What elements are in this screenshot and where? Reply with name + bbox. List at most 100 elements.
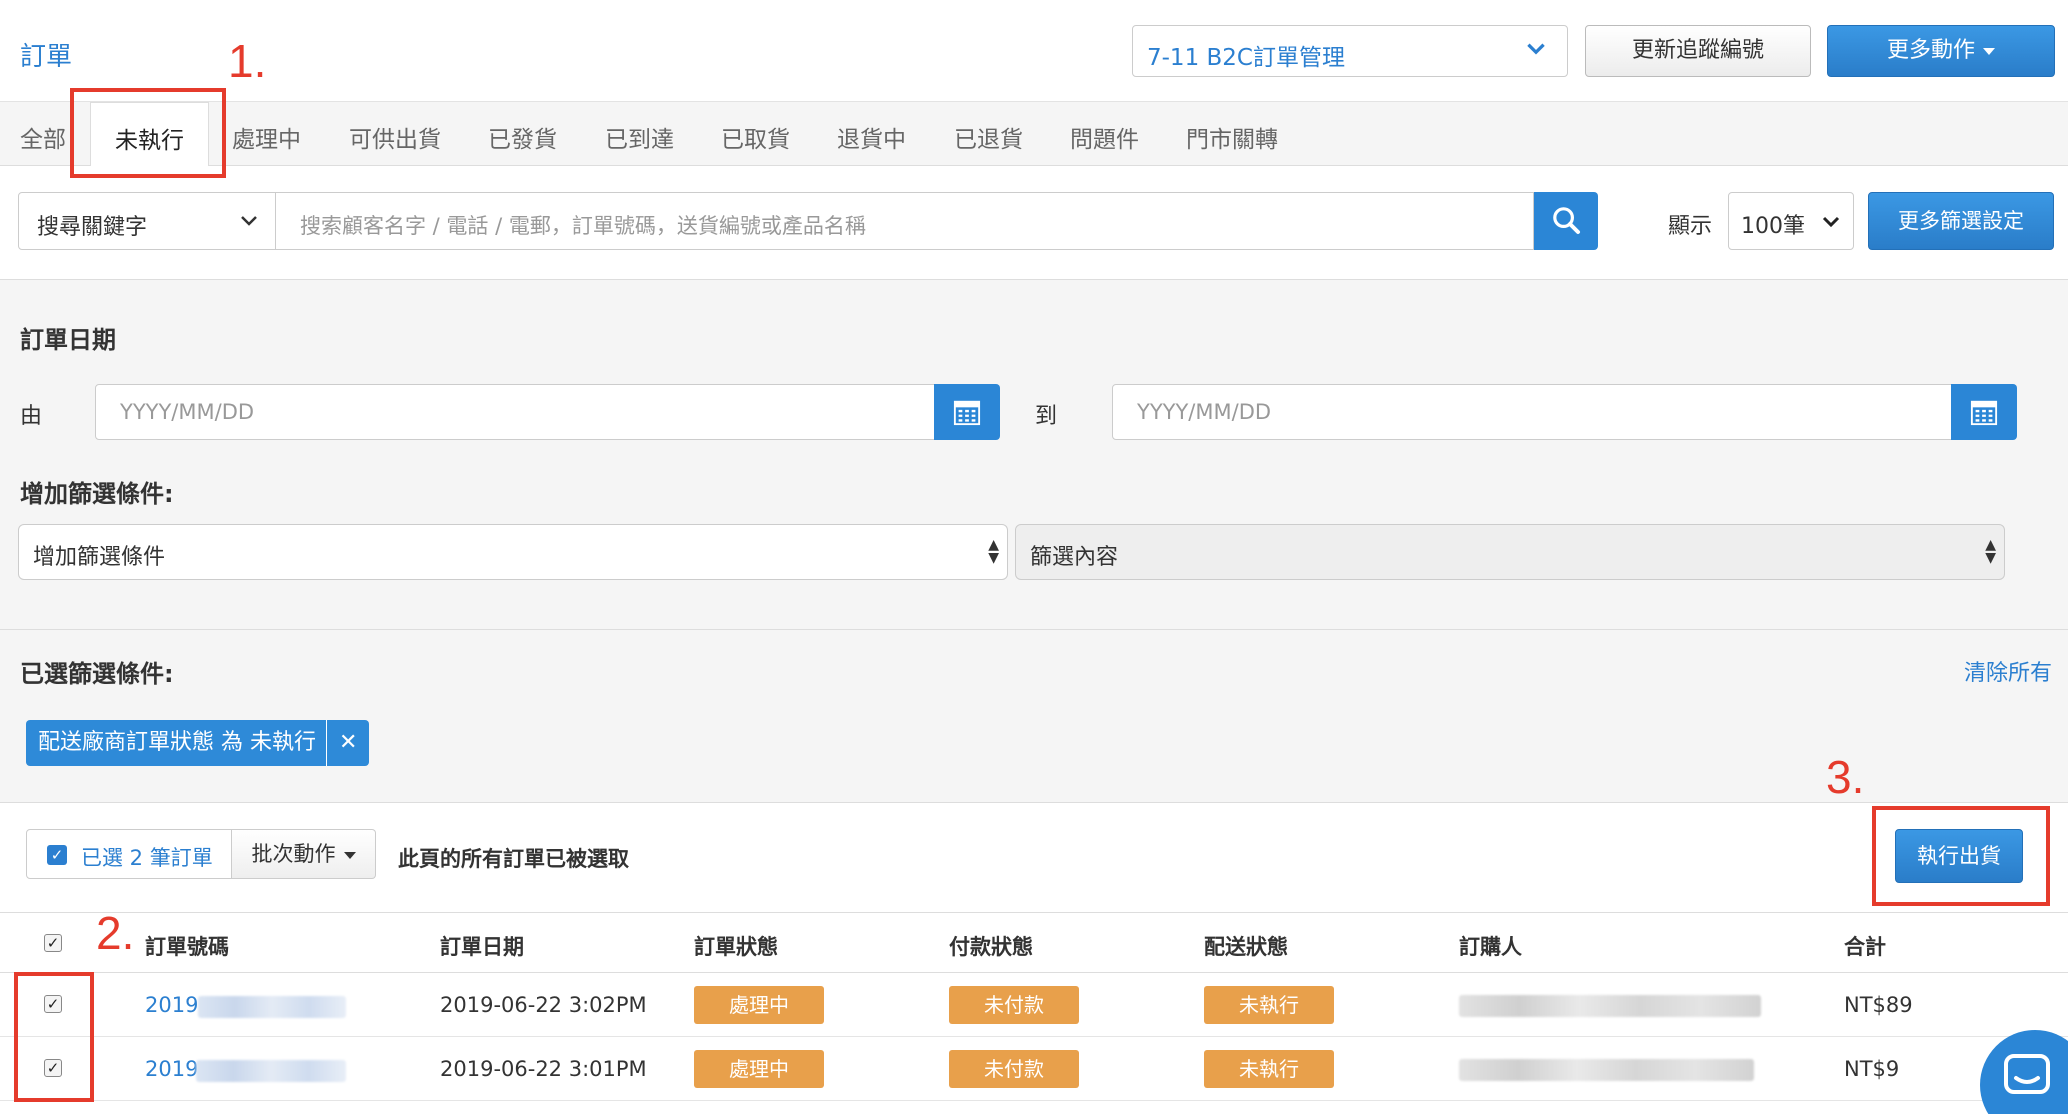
chevron-down-icon [241,216,257,226]
table-header: ✓ 訂單號碼 訂單日期 訂單狀態 付款狀態 配送狀態 訂購人 合計 [0,913,2068,973]
search-icon [1553,207,1580,234]
to-label: 到 [1035,404,1058,429]
more-filters-button[interactable]: 更多篩選設定 [1868,192,2054,250]
keyword-select[interactable]: 搜尋關鍵字 [18,192,276,250]
selected-count-button[interactable]: ✓ 已選 2 筆訂單 [26,829,232,879]
more-actions-button[interactable]: 更多動作 [1827,25,2055,77]
search-button[interactable] [1534,192,1598,250]
add-condition-value: 增加篩選條件 [33,545,166,570]
col-order-status[interactable]: 訂單狀態 [694,931,778,961]
col-delivery-status[interactable]: 配送狀態 [1204,931,1288,961]
tab-arrived[interactable]: 已到達 [605,120,674,154]
col-buyer[interactable]: 訂購人 [1459,931,1522,961]
selected-filters-label: 已選篩選條件: [20,660,174,688]
calendar-icon [1970,400,1998,426]
table-row[interactable]: ✓ 2019 2019-06-22 3:02PM 處理中 未付款 未執行 NT$… [0,973,2068,1037]
batch-actions-button[interactable]: 批次動作 [232,829,376,879]
annotation-box-3 [1872,806,2050,906]
search-input[interactable]: 搜索顧客名字 / 電話 / 電郵，訂單號碼，送貨編號或產品名稱 [276,192,1534,250]
annotation-box-1 [70,88,226,178]
col-order-date[interactable]: 訂單日期 [440,931,524,961]
filter-panel: 訂單日期 由 YYYY/MM/DD 到 YYYY/MM/DD 增加篩選條件: 增… [0,280,2068,630]
order-status-badge: 處理中 [694,1050,824,1088]
col-payment-status[interactable]: 付款狀態 [949,931,1033,961]
date-from-calendar-button[interactable] [934,384,1000,440]
order-date-label: 訂單日期 [20,326,116,354]
redacted-order-number [196,1060,346,1082]
date-to-input[interactable]: YYYY/MM/DD [1112,384,1952,440]
search-placeholder: 搜索顧客名字 / 電話 / 電郵，訂單號碼，送貨編號或產品名稱 [300,214,866,238]
page-size-select[interactable]: 100筆 [1728,192,1854,250]
tab-returning[interactable]: 退貨中 [837,120,906,154]
store-select[interactable]: 7-11 B2C訂單管理 [1132,25,1568,77]
redacted-buyer [1459,1059,1754,1081]
more-actions-label: 更多動作 [1886,38,1975,63]
tab-returned[interactable]: 已退貨 [954,120,1023,154]
annotation-box-2 [14,972,94,1102]
calendar-icon [953,400,981,426]
selected-count-label: 已選 2 筆訂單 [81,846,213,870]
checkbox-checked-icon: ✓ [47,845,67,865]
redacted-buyer [1459,995,1761,1017]
col-total[interactable]: 合計 [1844,931,1886,961]
filter-content-select[interactable]: 篩選內容 ▲ ▼ [1015,524,2005,580]
filter-content-value: 篩選內容 [1030,545,1119,570]
order-number-link[interactable]: 2019 [145,1057,198,1081]
close-icon[interactable]: ✕ [326,720,357,766]
tab-all[interactable]: 全部 [20,120,66,154]
tab-shipped[interactable]: 已發貨 [488,120,557,154]
table-row[interactable]: ✓ 2019 2019-06-22 3:01PM 處理中 未付款 未執行 NT$… [0,1037,2068,1101]
date-from-input[interactable]: YYYY/MM/DD [95,384,935,440]
all-selected-text: 此頁的所有訂單已被選取 [398,847,629,871]
tab-problem[interactable]: 問題件 [1070,120,1139,154]
store-select-value: 7-11 B2C訂單管理 [1147,45,1345,71]
chevron-down-icon [1527,43,1545,55]
payment-status-badge: 未付款 [949,986,1079,1024]
selected-filters-panel: 已選篩選條件: 清除所有 配送廠商訂單狀態 為 未執行 ✕ [0,630,2068,803]
payment-status-badge: 未付款 [949,1050,1079,1088]
caret-down-icon [1983,47,1995,55]
order-total: NT$89 [1844,993,1913,1017]
order-total: NT$9 [1844,1057,1900,1081]
redacted-order-number [198,996,346,1018]
date-to-placeholder: YYYY/MM/DD [1137,400,1272,424]
delivery-status-badge: 未執行 [1204,986,1334,1024]
order-status-badge: 處理中 [694,986,824,1024]
clear-all-link[interactable]: 清除所有 [1964,655,2052,687]
date-to-calendar-button[interactable] [1951,384,2017,440]
chat-icon [2004,1054,2050,1094]
order-number-link[interactable]: 2019 [145,993,198,1017]
keyword-select-value: 搜尋關鍵字 [37,215,148,240]
from-label: 由 [20,404,43,429]
add-condition-select[interactable]: 增加篩選條件 ▲ ▼ [18,524,1008,580]
page-title: 訂單 [20,42,73,72]
search-bar: 搜尋關鍵字 搜索顧客名字 / 電話 / 電郵，訂單號碼，送貨編號或產品名稱 顯示… [0,166,2068,280]
update-tracking-button[interactable]: 更新追蹤編號 [1585,25,1811,77]
select-all-checkbox[interactable]: ✓ [44,934,62,952]
annotation-number-2: 2. [96,907,135,959]
order-date: 2019-06-22 3:02PM [440,993,647,1017]
date-from-placeholder: YYYY/MM/DD [120,400,255,424]
page-size-value: 100筆 [1741,214,1805,239]
delivery-status-badge: 未執行 [1204,1050,1334,1088]
display-label: 顯示 [1668,214,1713,239]
updown-arrows-icon: ▲ ▼ [988,537,999,566]
updown-arrows-icon: ▲ ▼ [1985,537,1996,566]
batch-actions-label: 批次動作 [251,842,336,866]
tab-store-transfer[interactable]: 門市關轉 [1186,120,1278,154]
col-order-no[interactable]: 訂單號碼 [145,931,229,961]
tab-picked-up[interactable]: 已取貨 [721,120,790,154]
annotation-number-1: 1. [228,35,267,87]
caret-down-icon [343,851,356,859]
page-header: 訂單 7-11 B2C訂單管理 更新追蹤編號 更多動作 [0,0,2068,102]
tab-ready-to-ship[interactable]: 可供出貨 [349,120,441,154]
order-date: 2019-06-22 3:01PM [440,1057,647,1081]
add-condition-label: 增加篩選條件: [20,480,174,508]
tab-processing[interactable]: 處理中 [232,120,301,154]
chevron-down-icon [1822,216,1840,228]
filter-chip-label: 配送廠商訂單狀態 為 未執行 [38,730,316,755]
annotation-number-3: 3. [1826,751,1865,803]
status-tabs: 全部 未執行 處理中 可供出貨 已發貨 已到達 已取貨 退貨中 已退貨 問題件 … [0,102,2068,167]
bulk-action-bar: ✓ 已選 2 筆訂單 批次動作 此頁的所有訂單已被選取 執行出貨 [0,803,2068,913]
filter-chip: 配送廠商訂單狀態 為 未執行 ✕ [26,720,370,766]
